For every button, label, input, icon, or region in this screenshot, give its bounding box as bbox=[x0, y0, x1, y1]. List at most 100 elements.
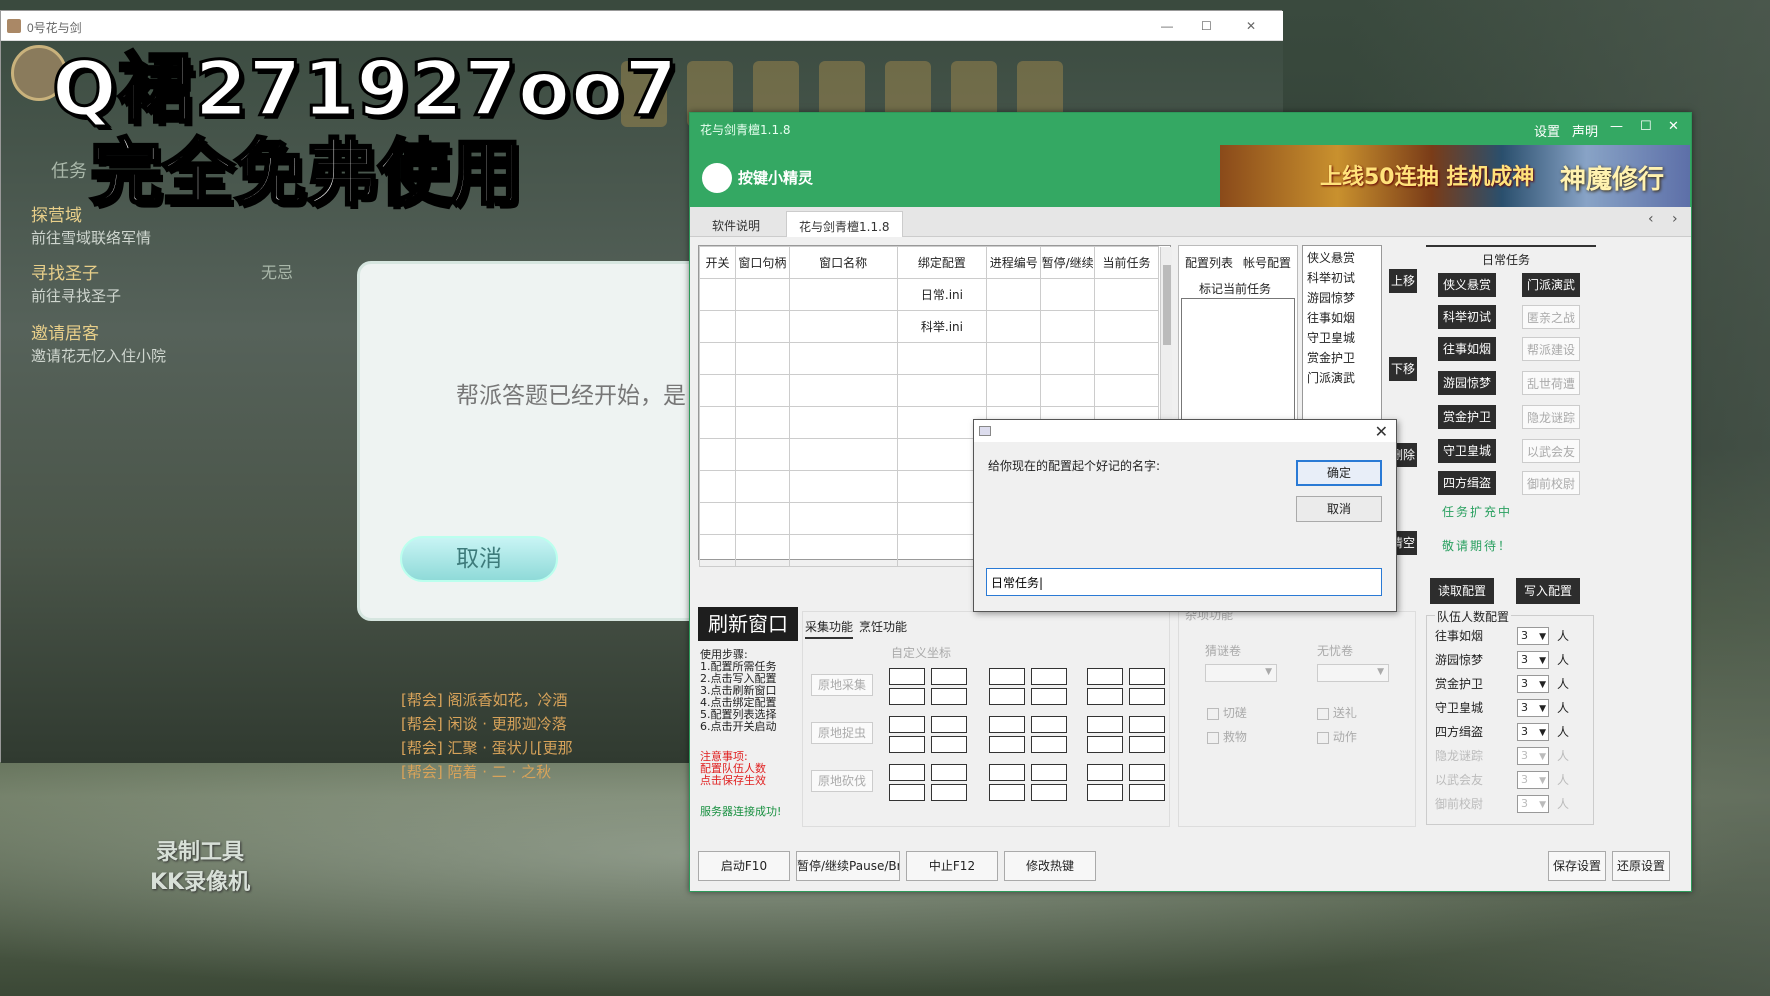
restore-settings-button[interactable]: 还原设置 bbox=[1612, 851, 1670, 881]
write-config-button[interactable]: 写入配置 bbox=[1516, 578, 1580, 604]
riddle-select[interactable]: ▼ bbox=[1205, 664, 1277, 682]
team-size-select[interactable]: 3 ▼ bbox=[1517, 627, 1549, 645]
edit-hotkey-button[interactable]: 修改热键 bbox=[1004, 851, 1096, 881]
coord-x-field[interactable] bbox=[989, 784, 1025, 801]
team-size-select[interactable]: 3 ▼ bbox=[1517, 699, 1549, 717]
checkbox-action[interactable]: 动作 bbox=[1317, 728, 1357, 745]
game-close-button[interactable]: ✕ bbox=[1246, 19, 1256, 33]
gather-button[interactable]: 原地采集 bbox=[811, 674, 873, 696]
game-minimize-button[interactable]: — bbox=[1161, 19, 1173, 33]
gather-button[interactable]: 原地捉虫 bbox=[811, 722, 873, 744]
coord-y-field[interactable] bbox=[1129, 736, 1165, 753]
coord-y-field[interactable] bbox=[931, 668, 967, 685]
quest-item[interactable]: 邀请居客 邀请花无忆入住小院 bbox=[1, 315, 331, 375]
close-icon[interactable]: ✕ bbox=[1375, 422, 1388, 441]
coord-y-field[interactable] bbox=[931, 716, 967, 733]
list-item[interactable]: 往事如烟 bbox=[1307, 308, 1377, 328]
coord-x-field[interactable] bbox=[1087, 688, 1123, 705]
start-button[interactable]: 启动F10 bbox=[698, 851, 790, 881]
list-item[interactable]: 侠义悬赏 bbox=[1307, 248, 1377, 268]
coord-x-field[interactable] bbox=[989, 736, 1025, 753]
list-item[interactable]: 赏金护卫 bbox=[1307, 348, 1377, 368]
gather-button[interactable]: 原地砍伐 bbox=[811, 770, 873, 792]
tab-config-list[interactable]: 配置列表 bbox=[1185, 254, 1233, 271]
coord-x-field[interactable] bbox=[1087, 736, 1123, 753]
daily-task-button[interactable]: 侠义悬赏 bbox=[1438, 273, 1496, 297]
quest-tab[interactable]: 任务 bbox=[51, 157, 87, 183]
ok-button[interactable]: 确定 bbox=[1296, 460, 1382, 486]
coord-y-field[interactable] bbox=[1129, 688, 1165, 705]
coord-x-field[interactable] bbox=[989, 688, 1025, 705]
pause-resume-button[interactable]: 暂停/继续Pause/Break bbox=[796, 851, 900, 881]
list-item[interactable]: 游园惊梦 bbox=[1307, 288, 1377, 308]
daily-task-button[interactable]: 科举初试 bbox=[1438, 305, 1496, 329]
coord-x-field[interactable] bbox=[889, 764, 925, 781]
daily-task-button[interactable]: 游园惊梦 bbox=[1438, 371, 1496, 395]
table-row[interactable] bbox=[699, 374, 1159, 407]
team-size-select[interactable]: 3 ▼ bbox=[1517, 675, 1549, 693]
checkbox-gift[interactable]: 送礼 bbox=[1317, 704, 1357, 721]
list-item[interactable]: 门派演武 bbox=[1307, 368, 1377, 388]
daily-task-button[interactable]: 往事如烟 bbox=[1438, 337, 1496, 361]
scrollbar-thumb[interactable] bbox=[1163, 265, 1171, 345]
coord-x-field[interactable] bbox=[989, 668, 1025, 685]
coord-x-field[interactable] bbox=[1087, 784, 1123, 801]
game-maximize-button[interactable]: ☐ bbox=[1201, 19, 1212, 33]
stop-button[interactable]: 中止F12 bbox=[906, 851, 998, 881]
table-row[interactable] bbox=[699, 342, 1159, 375]
coord-y-field[interactable] bbox=[1031, 736, 1067, 753]
game-cancel-button[interactable]: 取消 bbox=[400, 536, 558, 582]
tool-minimize-button[interactable]: — bbox=[1610, 119, 1623, 134]
coord-x-field[interactable] bbox=[1087, 716, 1123, 733]
daily-task-button[interactable]: 四方缉盗 bbox=[1438, 471, 1496, 495]
coord-x-field[interactable] bbox=[889, 736, 925, 753]
coord-y-field[interactable] bbox=[1129, 764, 1165, 781]
tab-main[interactable]: 花与剑青檀1.1.8 bbox=[786, 211, 903, 237]
coord-x-field[interactable] bbox=[889, 784, 925, 801]
coord-y-field[interactable] bbox=[931, 764, 967, 781]
tool-maximize-button[interactable]: ☐ bbox=[1640, 119, 1652, 134]
coord-x-field[interactable] bbox=[989, 716, 1025, 733]
coord-y-field[interactable] bbox=[1129, 784, 1165, 801]
ad-banner[interactable]: 上线50连抽 挂机成神 神魔修行 bbox=[1220, 145, 1690, 207]
settings-link[interactable]: 设置 bbox=[1534, 121, 1560, 140]
coord-y-field[interactable] bbox=[931, 784, 967, 801]
move-down-button[interactable]: 下移 bbox=[1389, 357, 1417, 381]
statement-link[interactable]: 声明 bbox=[1572, 121, 1598, 140]
checkbox-rescue[interactable]: 救物 bbox=[1207, 728, 1247, 745]
table-row[interactable]: 日常.ini bbox=[699, 278, 1159, 311]
move-up-button[interactable]: 上移 bbox=[1389, 269, 1417, 293]
worryfree-select[interactable]: ▼ bbox=[1317, 664, 1389, 682]
coord-y-field[interactable] bbox=[1129, 668, 1165, 685]
coord-x-field[interactable] bbox=[889, 688, 925, 705]
coord-x-field[interactable] bbox=[989, 764, 1025, 781]
daily-task-button[interactable]: 门派演武 bbox=[1522, 273, 1580, 297]
tab-software-info[interactable]: 软件说明 bbox=[700, 211, 772, 237]
table-row[interactable]: 科举.ini bbox=[699, 310, 1159, 343]
daily-task-button[interactable]: 守卫皇城 bbox=[1438, 439, 1496, 463]
cancel-button[interactable]: 取消 bbox=[1296, 496, 1382, 522]
coord-x-field[interactable] bbox=[1087, 764, 1123, 781]
coord-y-field[interactable] bbox=[1031, 716, 1067, 733]
coord-y-field[interactable] bbox=[1031, 668, 1067, 685]
checkbox-spar[interactable]: 切磋 bbox=[1207, 704, 1247, 721]
tab-account-config[interactable]: 帐号配置 bbox=[1243, 254, 1291, 271]
tab-gather[interactable]: 采集功能 bbox=[805, 618, 854, 639]
coord-y-field[interactable] bbox=[931, 688, 967, 705]
coord-y-field[interactable] bbox=[1031, 764, 1067, 781]
tool-close-button[interactable]: ✕ bbox=[1668, 119, 1679, 134]
coord-x-field[interactable] bbox=[1087, 668, 1123, 685]
refresh-window-button[interactable]: 刷新窗口 bbox=[698, 607, 798, 641]
save-settings-button[interactable]: 保存设置 bbox=[1548, 851, 1606, 881]
coord-y-field[interactable] bbox=[1031, 688, 1067, 705]
read-config-button[interactable]: 读取配置 bbox=[1430, 578, 1494, 604]
coord-y-field[interactable] bbox=[1129, 716, 1165, 733]
daily-task-button[interactable]: 赏金护卫 bbox=[1438, 405, 1496, 429]
config-name-input[interactable] bbox=[986, 568, 1382, 596]
tab-next-icon[interactable]: › bbox=[1672, 211, 1678, 227]
coord-x-field[interactable] bbox=[889, 716, 925, 733]
list-item[interactable]: 科举初试 bbox=[1307, 268, 1377, 288]
coord-y-field[interactable] bbox=[931, 736, 967, 753]
coord-y-field[interactable] bbox=[1031, 784, 1067, 801]
list-item[interactable]: 守卫皇城 bbox=[1307, 328, 1377, 348]
